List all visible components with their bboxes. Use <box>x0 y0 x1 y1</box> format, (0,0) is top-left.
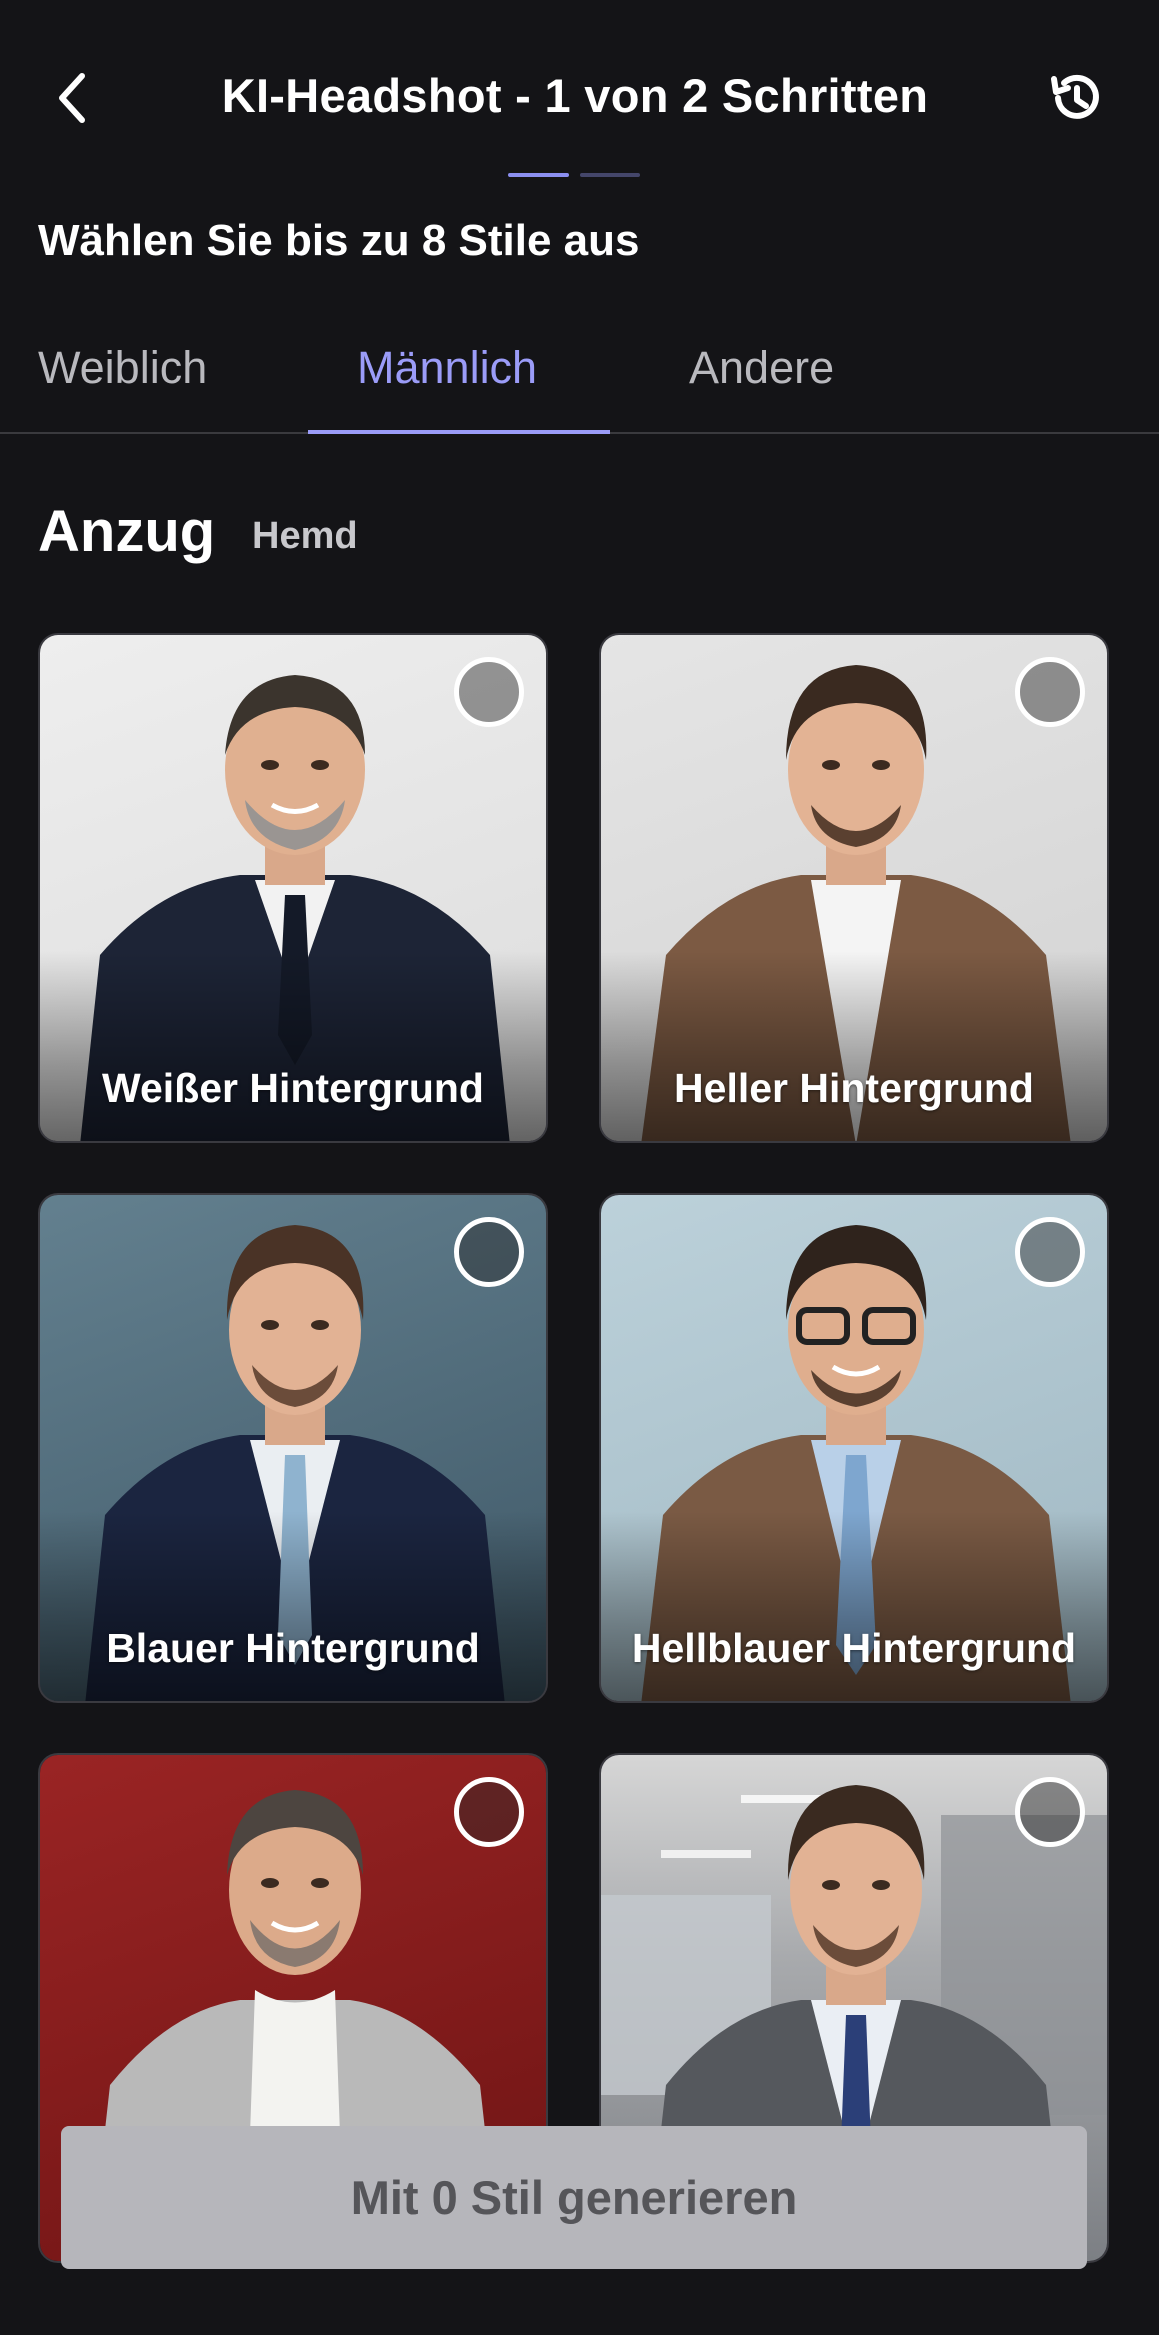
select-radio[interactable] <box>454 657 524 727</box>
tab-andere[interactable]: Andere <box>689 342 834 394</box>
select-radio[interactable] <box>454 1777 524 1847</box>
style-label: Blauer Hintergrund <box>106 1625 480 1671</box>
style-label: Hellblauer Hintergrund <box>631 1625 1077 1671</box>
generate-button[interactable]: Mit 0 Stil generieren <box>61 2126 1087 2269</box>
select-radio[interactable] <box>1015 657 1085 727</box>
tab-weiblich[interactable]: Weiblich <box>38 342 207 394</box>
header: KI-Headshot - 1 von 2 Schritten <box>0 0 1159 200</box>
style-card-hellblauer-hintergrund[interactable]: Hellblauer Hintergrund <box>599 1193 1109 1703</box>
select-radio[interactable] <box>1015 1777 1085 1847</box>
active-tab-indicator <box>308 430 610 434</box>
style-label: Heller Hintergrund <box>674 1065 1034 1111</box>
page-title: KI-Headshot - 1 von 2 Schritten <box>221 69 929 122</box>
select-radio[interactable] <box>454 1217 524 1287</box>
select-radio[interactable] <box>1015 1217 1085 1287</box>
category-title[interactable]: Anzug <box>38 498 215 565</box>
style-label: Weißer Hintergrund <box>102 1065 484 1111</box>
step-indicator-1 <box>508 173 569 177</box>
history-button[interactable] <box>1036 58 1116 138</box>
gender-tabs: Weiblich Männlich Andere <box>0 320 1159 434</box>
history-icon <box>1051 74 1099 119</box>
screen: KI-Headshot - 1 von 2 Schritten Wählen S… <box>0 0 1159 2335</box>
chevron-left-icon <box>59 73 85 123</box>
back-button[interactable] <box>40 58 104 138</box>
style-card-blauer-hintergrund[interactable]: Blauer Hintergrund <box>38 1193 548 1703</box>
style-card-heller-hintergrund[interactable]: Heller Hintergrund <box>599 633 1109 1143</box>
step-indicator-2 <box>580 173 640 177</box>
tab-maennlich[interactable]: Männlich <box>357 342 537 394</box>
style-card-weisser-hintergrund[interactable]: Weißer Hintergrund <box>38 633 548 1143</box>
category-filter-hemd[interactable]: Hemd <box>252 515 358 558</box>
instruction-text: Wählen Sie bis zu 8 Stile aus <box>38 216 640 265</box>
